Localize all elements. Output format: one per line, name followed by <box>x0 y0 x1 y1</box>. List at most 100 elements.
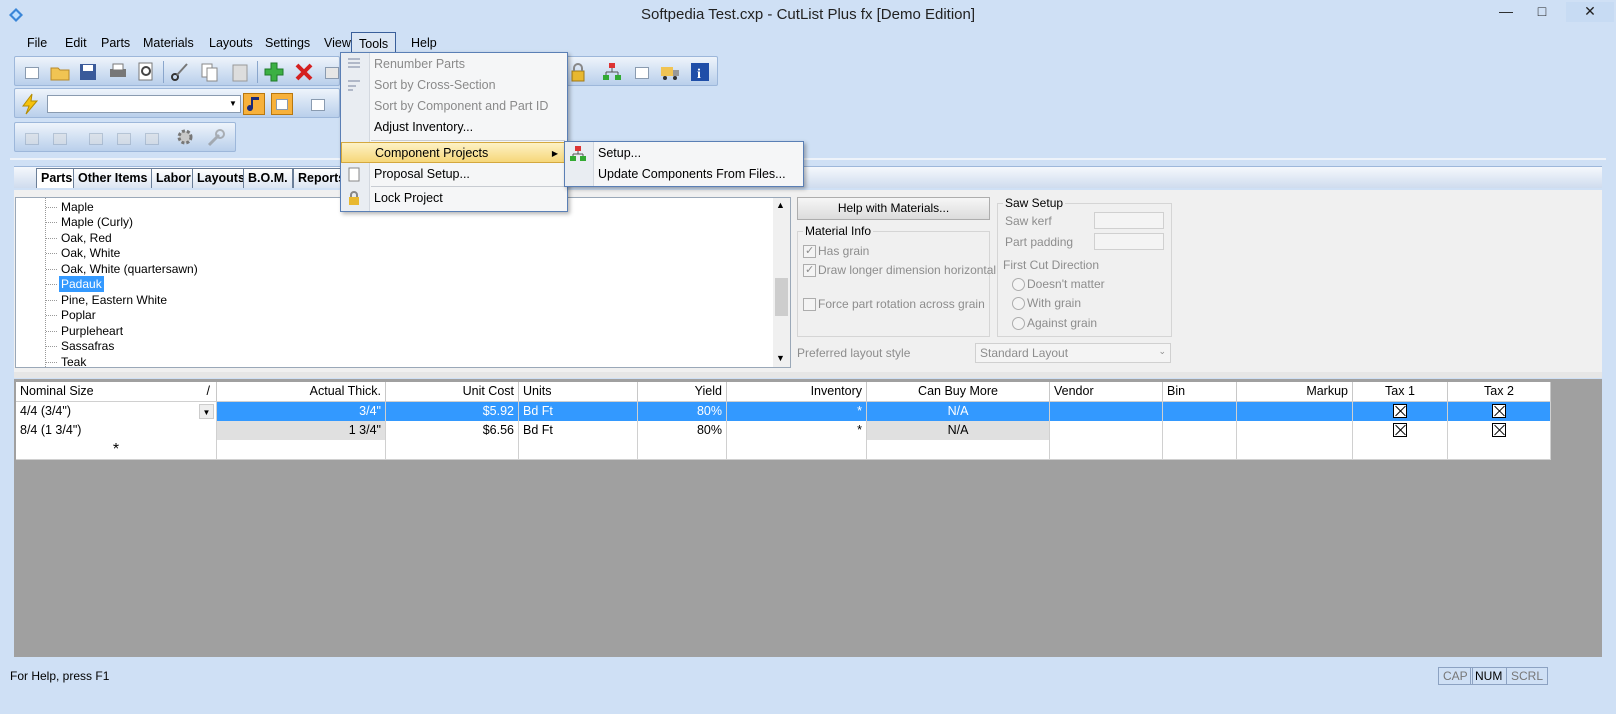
tax1-checkbox[interactable] <box>1393 404 1407 418</box>
tab-parts[interactable]: Parts <box>36 168 78 188</box>
note-icon[interactable] <box>243 93 265 115</box>
col-tax1[interactable]: Tax 1 <box>1353 382 1448 402</box>
tree-item[interactable]: Oak, White (quartersawn) <box>59 261 200 277</box>
menu-help[interactable]: Help <box>404 32 444 54</box>
tree-scrollbar[interactable]: ▲ ▼ <box>773 198 790 367</box>
cell-tax2[interactable] <box>1448 402 1551 422</box>
cell-can-buy[interactable]: N/A <box>867 421 1050 441</box>
document-icon[interactable] <box>631 61 653 83</box>
menu-materials[interactable]: Materials <box>136 32 201 54</box>
tab-bom[interactable]: B.O.M. <box>243 168 293 188</box>
tree-item[interactable]: Maple <box>59 199 96 215</box>
new-row-cell[interactable] <box>867 440 1050 460</box>
cell-vendor[interactable] <box>1050 421 1163 441</box>
new-row-cell[interactable] <box>386 440 519 460</box>
cell-yield[interactable]: 80% <box>638 421 727 441</box>
help-with-materials-button[interactable]: Help with Materials... <box>797 197 990 220</box>
splitter[interactable] <box>14 372 1602 378</box>
chevron-down-icon[interactable]: ▼ <box>199 404 214 419</box>
menu-parts[interactable]: Parts <box>94 32 137 54</box>
cell-units[interactable]: Bd Ft <box>519 402 638 422</box>
force-rotation-checkbox[interactable] <box>803 298 816 311</box>
cell-bin[interactable] <box>1163 421 1237 441</box>
col-bin[interactable]: Bin <box>1163 382 1237 402</box>
menu-settings[interactable]: Settings <box>258 32 317 54</box>
new-row-cell[interactable] <box>1237 440 1353 460</box>
tax1-checkbox[interactable] <box>1393 423 1407 437</box>
wrench-icon[interactable] <box>205 127 227 149</box>
new-row-cell[interactable] <box>638 440 727 460</box>
cell-markup[interactable] <box>1237 402 1353 422</box>
open-icon[interactable] <box>49 61 71 83</box>
col-markup[interactable]: Markup <box>1237 382 1353 402</box>
cell-can-buy[interactable]: N/A <box>867 402 1050 422</box>
cut-icon[interactable] <box>169 61 191 83</box>
col-units[interactable]: Units <box>519 382 638 402</box>
col-tax2[interactable]: Tax 2 <box>1448 382 1551 402</box>
col-inventory[interactable]: Inventory <box>727 382 867 402</box>
menu-item-adjust-inventory[interactable]: Adjust Inventory... <box>341 117 567 138</box>
menu-edit[interactable]: Edit <box>58 32 94 54</box>
tree-item[interactable]: Oak, White <box>59 245 122 261</box>
gear-icon[interactable] <box>175 127 197 149</box>
cell-yield[interactable]: 80% <box>638 402 727 422</box>
info-icon[interactable]: i <box>689 61 711 83</box>
col-vendor[interactable]: Vendor <box>1050 382 1163 402</box>
submenu-item-setup[interactable]: Setup... <box>565 143 803 164</box>
print-preview-icon[interactable] <box>135 61 157 83</box>
scroll-up-icon[interactable]: ▲ <box>776 200 785 210</box>
part-padding-input[interactable] <box>1094 233 1164 250</box>
menu-item-proposal-setup[interactable]: Proposal Setup... <box>341 164 567 185</box>
cell-nominal[interactable]: 4/4 (3/4") ▼ <box>16 402 217 422</box>
menu-tools[interactable]: Tools <box>351 32 397 54</box>
cell-nominal[interactable]: 8/4 (1 3/4") <box>16 421 217 441</box>
maximize-button[interactable]: □ <box>1524 2 1560 22</box>
col-nominal-size[interactable]: Nominal Size / <box>16 382 217 402</box>
truck-icon[interactable] <box>659 61 681 83</box>
col-unit-cost[interactable]: Unit Cost <box>386 382 519 402</box>
against-grain-radio[interactable] <box>1012 317 1025 330</box>
paste-icon[interactable] <box>229 61 251 83</box>
menu-item-sort-component[interactable]: Sort by Component and Part ID <box>341 96 567 117</box>
lock-icon[interactable] <box>567 61 589 83</box>
new-row-cell[interactable] <box>217 440 386 460</box>
col-actual-thick[interactable]: Actual Thick. <box>217 382 386 402</box>
tree-item[interactable]: Teak <box>59 354 88 367</box>
tab-layouts[interactable]: Layouts <box>192 168 250 188</box>
preferred-layout-select[interactable]: Standard Layout ⌄ <box>975 343 1171 363</box>
scroll-down-icon[interactable]: ▼ <box>776 353 785 363</box>
tree-item[interactable]: Purpleheart <box>59 323 125 339</box>
tree-item[interactable]: Maple (Curly) <box>59 214 135 230</box>
tax2-checkbox[interactable] <box>1492 404 1506 418</box>
new-row-cell[interactable] <box>1448 440 1551 460</box>
tree-item[interactable]: Poplar <box>59 307 98 323</box>
save-icon[interactable] <box>77 61 99 83</box>
has-grain-checkbox[interactable]: ✓ <box>803 245 816 258</box>
report-icon[interactable] <box>307 93 329 115</box>
add-icon[interactable] <box>263 61 285 83</box>
saw-kerf-input[interactable] <box>1094 212 1164 229</box>
delete-icon[interactable] <box>293 61 315 83</box>
menu-item-sort-cross-section[interactable]: Sort by Cross-Section <box>341 75 567 96</box>
new-row-cell[interactable] <box>519 440 638 460</box>
menu-item-component-projects[interactable]: Component Projects ▶ <box>341 142 567 163</box>
new-row-cell[interactable] <box>1050 440 1163 460</box>
cell-cost[interactable]: $5.92 <box>386 402 519 422</box>
close-button[interactable]: ✕ <box>1566 2 1614 22</box>
print-icon[interactable] <box>107 61 129 83</box>
menu-item-lock-project[interactable]: Lock Project <box>341 188 567 209</box>
new-row-cell[interactable] <box>1163 440 1237 460</box>
new-row-marker[interactable]: * <box>16 440 217 460</box>
minimize-button[interactable]: — <box>1488 2 1524 22</box>
submenu-item-update-components[interactable]: Update Components From Files... <box>565 164 803 185</box>
new-row-cell[interactable] <box>1353 440 1448 460</box>
material-select[interactable]: ▼ <box>47 95 241 113</box>
new-icon[interactable] <box>21 61 43 83</box>
list-icon[interactable] <box>271 93 293 115</box>
tab-other-items[interactable]: Other Items <box>73 168 153 188</box>
cell-actual[interactable]: 3/4" <box>217 402 386 422</box>
tax2-checkbox[interactable] <box>1492 423 1506 437</box>
with-grain-radio[interactable] <box>1012 297 1025 310</box>
scroll-thumb[interactable] <box>775 278 788 316</box>
cell-markup[interactable] <box>1237 421 1353 441</box>
